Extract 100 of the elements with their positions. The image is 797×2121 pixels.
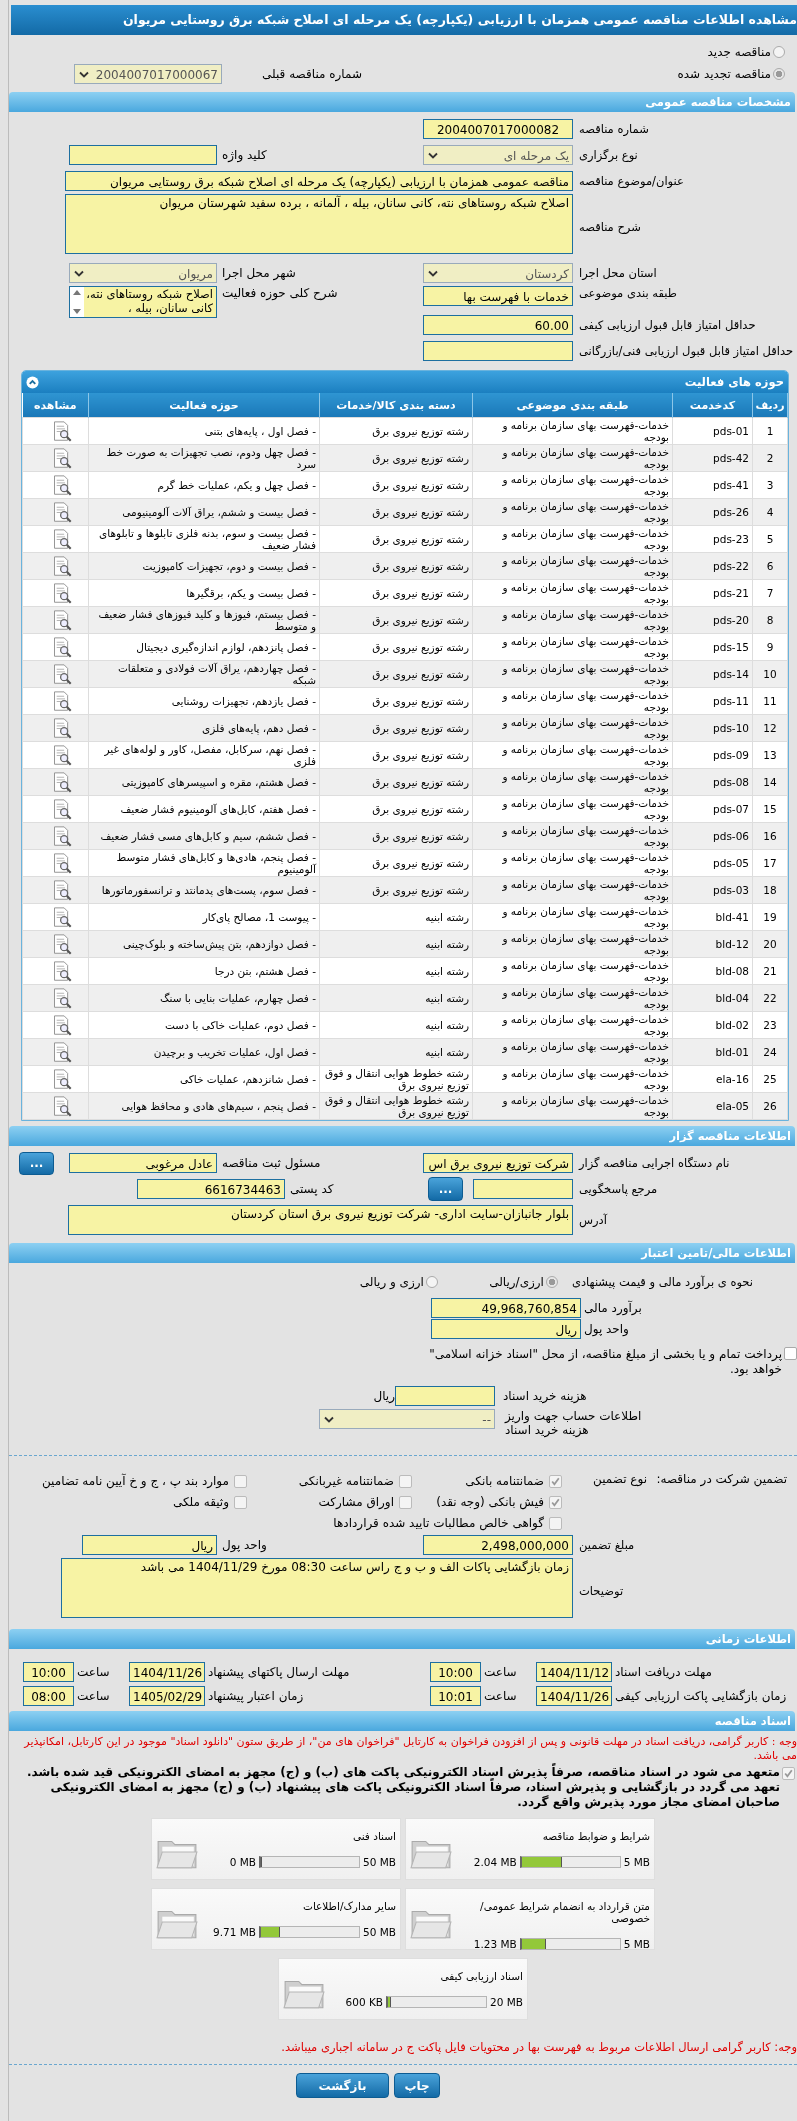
table-cell: رشته توزیع نیروی برق xyxy=(319,849,473,877)
document-search-icon[interactable] xyxy=(51,474,72,496)
file-name: متن قرارداد به انضمام شرایط عمومی/خصوصی xyxy=(479,1900,650,1924)
text-area[interactable]: بلوار جانبازان-سایت اداری- شرکت توزیع نیروی برق استان کردستان xyxy=(68,1205,573,1235)
text-area[interactable]: اصلاح شبکه روستاهای نته، کانی سانان، بیله ، آلمانه ، برده سفید شهرستان مریوان xyxy=(65,194,573,254)
text-field[interactable]: خدمات با فهرست بها xyxy=(423,286,573,306)
table-cell: pds-05 xyxy=(672,849,753,877)
checkbox[interactable] xyxy=(549,1516,562,1530)
table-cell: bld-08 xyxy=(672,957,753,985)
text-area[interactable]: زمان بازگشایی پاکات الف و ب و ج راس ساعت 08:30 مورخ 1404/11/29 می باشد xyxy=(61,1558,573,1618)
document-search-icon[interactable] xyxy=(51,1014,72,1036)
table-cell: خدمات-فهرست بهای سازمان برنامه و بودجه xyxy=(472,1065,673,1093)
checkbox[interactable] xyxy=(399,1495,412,1509)
document-search-icon[interactable] xyxy=(51,636,72,658)
radio-button[interactable] xyxy=(545,1276,558,1288)
radio-label: مناقصه جدید xyxy=(707,45,771,59)
document-search-icon[interactable] xyxy=(51,1095,72,1117)
document-search-icon[interactable] xyxy=(51,933,72,955)
document-search-icon[interactable] xyxy=(51,960,72,982)
text-field[interactable] xyxy=(423,341,573,361)
document-search-icon[interactable] xyxy=(51,1041,72,1063)
radio-button[interactable] xyxy=(773,46,785,58)
table-cell: خدمات-فهرست بهای سازمان برنامه و بودجه xyxy=(472,579,673,607)
radio-button[interactable] xyxy=(773,68,785,80)
select-field[interactable]: -- xyxy=(319,1409,495,1429)
table-cell: رشته توزیع نیروی برق xyxy=(319,444,473,472)
text-field[interactable]: 2,498,000,000 xyxy=(423,1535,573,1555)
document-search-icon[interactable] xyxy=(51,528,72,550)
scroll-down-icon[interactable] xyxy=(73,309,81,314)
text-field[interactable]: ریال xyxy=(431,1318,581,1339)
text-field[interactable] xyxy=(395,1386,495,1406)
browse-button[interactable]: ... xyxy=(428,1177,463,1201)
document-search-icon[interactable] xyxy=(51,555,72,577)
text-field[interactable]: ریال xyxy=(82,1535,217,1555)
text-field[interactable]: مناقصه عمومی همزمان با ارزیابی (یکپارچه) یک مرحله ای اصلاح شبکه برق روستایی مریوان xyxy=(65,171,573,191)
checkbox[interactable] xyxy=(399,1474,412,1488)
text-field[interactable]: شرکت توزیع نیروی برق اس xyxy=(423,1153,573,1173)
document-search-icon[interactable] xyxy=(51,1068,72,1090)
table-cell: 3 xyxy=(752,471,788,499)
document-search-icon[interactable] xyxy=(51,987,72,1009)
date-field[interactable]: 1404/11/26 xyxy=(129,1661,205,1682)
table-cell: 19 xyxy=(752,903,788,931)
checkbox[interactable] xyxy=(549,1474,562,1488)
document-search-icon[interactable] xyxy=(51,663,72,685)
document-search-icon[interactable] xyxy=(51,447,72,469)
document-search-icon[interactable] xyxy=(51,582,72,604)
back-button[interactable]: بازگشت xyxy=(296,2073,389,2098)
checkbox[interactable] xyxy=(549,1495,562,1509)
text-field[interactable]: عادل مرغوبی xyxy=(69,1153,217,1173)
table-cell: خدمات-فهرست بهای سازمان برنامه و بودجه xyxy=(472,633,673,661)
collapse-icon[interactable] xyxy=(26,375,39,389)
document-search-icon[interactable] xyxy=(51,771,72,793)
field-label: مهلت دریافت اسناد xyxy=(614,1664,713,1679)
field-label: آدرس xyxy=(578,1213,608,1227)
table-cell: 12 xyxy=(752,714,788,742)
text-field[interactable]: 6616734463 xyxy=(137,1179,285,1199)
checkbox-label: گواهی خالص مطالبات تایید شده قراردادها xyxy=(333,1516,544,1530)
document-search-icon[interactable] xyxy=(51,501,72,523)
text-field[interactable] xyxy=(473,1179,573,1199)
table-cell: - فصل سوم، پست‌های پدمانتد و ترانسفورماتورها xyxy=(88,876,320,904)
time-field[interactable]: 10:00 xyxy=(23,1661,74,1682)
select-field[interactable]: کردستان xyxy=(423,263,573,283)
document-search-icon[interactable] xyxy=(51,825,72,847)
scrollbar[interactable] xyxy=(70,287,84,317)
text-field[interactable]: 60.00 xyxy=(423,315,573,335)
document-search-icon[interactable] xyxy=(51,852,72,874)
scroll-up-icon[interactable] xyxy=(73,290,81,295)
table-cell: رشته توزیع نیروی برق xyxy=(319,876,473,904)
document-search-icon[interactable] xyxy=(51,798,72,820)
date-field[interactable]: 1405/02/29 xyxy=(129,1685,205,1706)
date-field[interactable]: 1404/11/26 xyxy=(536,1685,612,1706)
list-box[interactable]: اصلاح شبکه روستاهای نته، کانی سانان، بیله ، xyxy=(69,286,217,318)
checkbox[interactable] xyxy=(234,1474,247,1488)
select-field[interactable]: مریوان xyxy=(69,263,217,283)
field-label: شرح کلی حوزه فعالیت xyxy=(221,286,339,300)
checkbox[interactable] xyxy=(782,1767,795,1780)
radio-button[interactable] xyxy=(425,1276,438,1288)
text-field[interactable]: 2004007017000082 xyxy=(423,119,573,139)
checkbox[interactable] xyxy=(234,1495,247,1509)
text-field[interactable] xyxy=(69,145,217,165)
text-field[interactable]: 49,968,760,854 xyxy=(431,1297,581,1318)
time-field[interactable]: 10:01 xyxy=(430,1685,481,1706)
select-field[interactable]: یک مرحله ای xyxy=(423,145,573,165)
date-field[interactable]: 1404/11/12 xyxy=(536,1661,612,1682)
document-search-icon[interactable] xyxy=(51,717,72,739)
document-search-icon[interactable] xyxy=(51,879,72,901)
browse-button[interactable]: ... xyxy=(19,1151,54,1175)
print-button[interactable]: چاپ xyxy=(394,2073,440,2098)
checkbox[interactable] xyxy=(784,1347,797,1360)
time-field[interactable]: 10:00 xyxy=(430,1661,481,1682)
document-search-icon[interactable] xyxy=(51,420,72,442)
size-limit: 50 MB xyxy=(363,1926,396,1938)
document-search-icon[interactable] xyxy=(51,609,72,631)
select-field[interactable]: 2004007017000067 xyxy=(74,64,222,84)
document-search-icon[interactable] xyxy=(51,906,72,928)
time-field[interactable]: 08:00 xyxy=(23,1685,74,1706)
document-search-icon[interactable] xyxy=(51,744,72,766)
section-header: اطلاعات مالی/تامین اعتبار xyxy=(9,1243,795,1263)
document-search-icon[interactable] xyxy=(51,690,72,712)
table-cell: - فصل بیستم، فیوزها و کلید فیوزهای فشار ضعیف و متوسط xyxy=(88,606,320,634)
